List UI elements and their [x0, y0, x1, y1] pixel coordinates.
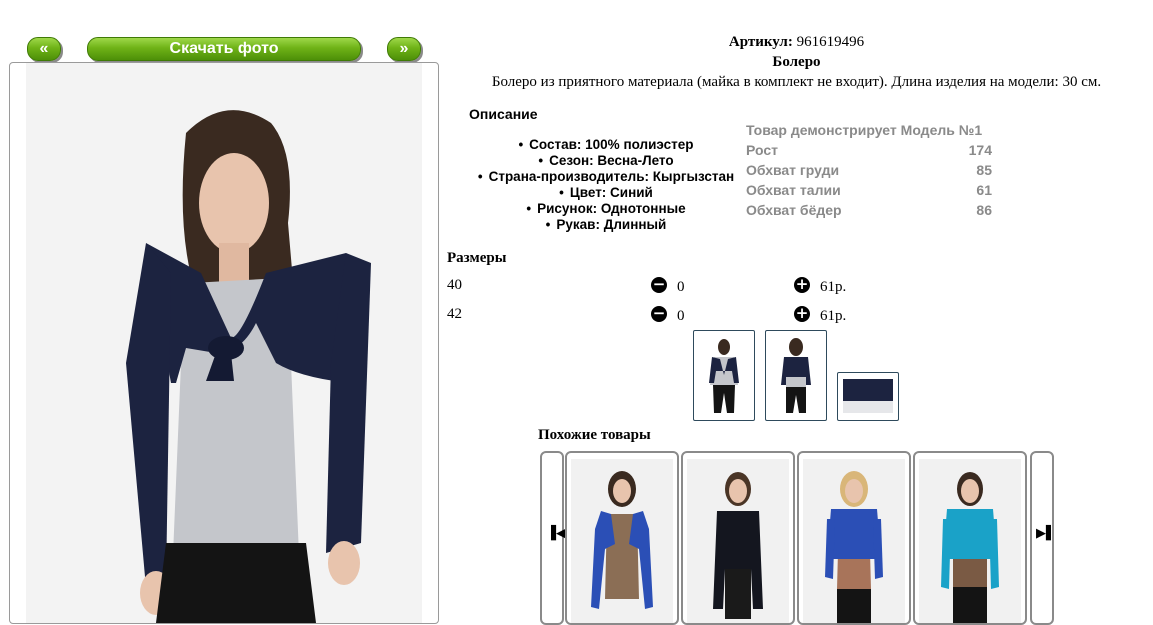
measurement-row: Обхват бёдер 86 — [746, 200, 992, 220]
measurement-label: Обхват груди — [746, 162, 840, 178]
main-photo-frame — [9, 62, 439, 624]
similar-products-heading: Похожие товары — [538, 427, 651, 443]
carousel-prev-button[interactable]: ▐◀ — [540, 451, 566, 625]
measurement-value: 174 — [968, 142, 992, 158]
skip-forward-icon: ▶▌ — [1036, 526, 1056, 541]
description-heading: Описание — [469, 106, 538, 122]
measurement-label: Рост — [746, 142, 778, 158]
download-photo-button[interactable]: Скачать фото — [87, 37, 361, 61]
measurement-value: 85 — [976, 162, 992, 178]
sku-label: Артикул: — [728, 34, 793, 50]
carousel-next-button[interactable]: ▶▌ — [1030, 451, 1056, 625]
product-description: Болеро из приятного материала (майка в к… — [491, 74, 1102, 90]
sku-line: Артикул: 961619496 — [440, 34, 1153, 51]
decrease-quantity-icon[interactable]: − — [651, 306, 667, 322]
model-illustration — [126, 110, 371, 623]
similar-product-card[interactable] — [565, 451, 679, 625]
attribute-item: Рукав: Длинный — [466, 217, 746, 233]
previous-photo-button[interactable]: « — [27, 37, 61, 61]
quantity-value: 0 — [677, 308, 685, 324]
measurement-label: Обхват талии — [746, 182, 841, 198]
increase-quantity-icon[interactable]: + — [794, 277, 810, 293]
sku-value: 961619496 — [796, 34, 865, 50]
sizes-heading: Размеры — [447, 250, 507, 266]
attribute-item: Рисунок: Однотонные — [466, 201, 746, 217]
photo-thumbnail-back[interactable] — [765, 330, 827, 421]
attribute-item: Сезон: Весна-Лето — [466, 153, 746, 169]
photo-thumbnail-front[interactable] — [693, 330, 755, 421]
size-row: 42 − 0 + 61р. — [447, 306, 867, 326]
size-price: 61р. — [820, 279, 847, 295]
measurement-value: 61 — [976, 182, 992, 198]
increase-quantity-icon[interactable]: + — [794, 306, 810, 322]
quantity-value: 0 — [677, 279, 685, 295]
size-label: 42 — [447, 306, 462, 322]
next-photo-button[interactable]: » — [387, 37, 421, 61]
measurement-label: Обхват бёдер — [746, 202, 842, 218]
model-heading: Товар демонстрирует Модель №1 — [746, 122, 983, 138]
similar-product-card[interactable] — [681, 451, 795, 625]
attribute-item: Состав: 100% полиэстер — [466, 137, 746, 153]
similar-product-card[interactable] — [797, 451, 911, 625]
measurement-row: Обхват груди 85 — [746, 160, 992, 180]
size-price: 61р. — [820, 308, 847, 324]
measurement-value: 86 — [976, 202, 992, 218]
similar-product-card[interactable] — [913, 451, 1027, 625]
model-measurements: Товар демонстрирует Модель №1 Рост 174 О… — [746, 120, 992, 220]
attribute-item: Цвет: Синий — [466, 185, 746, 201]
size-row: 40 − 0 + 61р. — [447, 277, 867, 297]
measurement-row: Обхват талии 61 — [746, 180, 992, 200]
product-title: Болеро — [772, 54, 821, 70]
photo-thumbnail-fabric[interactable] — [837, 372, 899, 421]
measurement-row: Рост 174 — [746, 140, 992, 160]
attribute-list: Состав: 100% полиэстер Сезон: Весна-Лето… — [466, 137, 746, 233]
skip-back-icon: ▐◀ — [546, 526, 566, 541]
decrease-quantity-icon[interactable]: − — [651, 277, 667, 293]
attribute-item: Страна-производитель: Кыргызстан — [466, 169, 746, 185]
main-product-photo — [26, 63, 422, 623]
size-label: 40 — [447, 277, 462, 293]
